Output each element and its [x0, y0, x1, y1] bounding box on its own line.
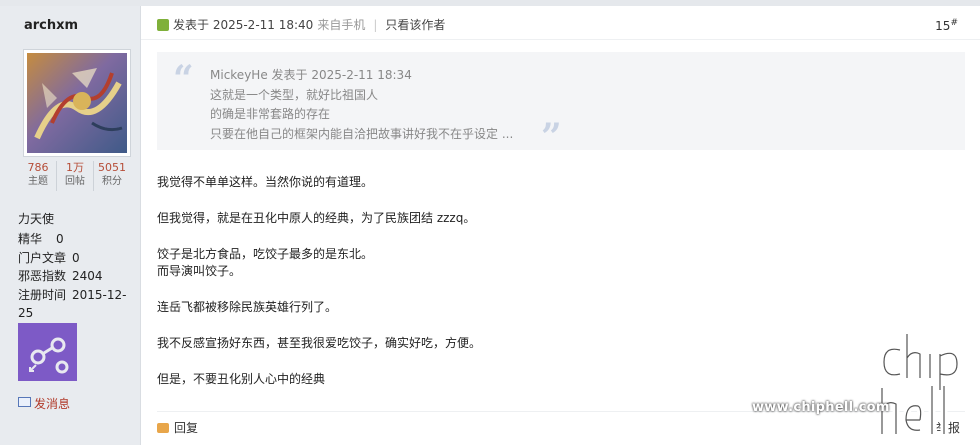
header-divider	[141, 39, 980, 40]
avatar-image	[27, 53, 127, 153]
quote-text: MickeyHe 发表于 2025-2-11 18:34 这就是一个类型，就好比…	[210, 66, 513, 144]
paragraph-line: 饺子是北方食品，吃饺子最多的是东北。	[157, 247, 374, 261]
paragraph-line: 但我觉得，就是在丑化中原人的经典，为了民族团结 zzzq。	[157, 211, 476, 225]
paragraph-line: 我觉得不单单这样。当然你说的有道理。	[157, 175, 374, 189]
quote-header[interactable]: MickeyHe 发表于 2025-2-11 18:34	[210, 66, 513, 86]
info-value: 0	[72, 250, 80, 265]
stat-value: 786	[27, 161, 49, 174]
header-separator: |	[373, 17, 378, 32]
paragraph-line: 但是，不要丑化别人心中的经典	[157, 372, 326, 386]
stat-replies[interactable]: 1万 回帖	[57, 161, 94, 191]
info-value: 0	[56, 232, 64, 246]
send-message-label: 发消息	[34, 397, 71, 411]
reply-icon	[157, 422, 169, 433]
watermark-url: www.chiphell.com	[752, 400, 890, 415]
user-info: 精华 0 门户文章 0 邪恶指数 2404 注册时间 2015-12-25	[18, 230, 140, 323]
info-label: 注册时间	[18, 287, 67, 302]
floor-value: 15	[935, 19, 951, 33]
paragraph: 连岳飞都被移除民族英雄行列了。	[157, 299, 481, 316]
post-timestamp: 发表于 2025-2-11 18:40	[173, 18, 314, 32]
quote-line: 只要在他自己的框架内能自洽把故事讲好我不在乎设定 ...	[210, 126, 514, 141]
user-stats: 786 主题 1万 回帖 5051 积分	[20, 161, 130, 191]
stat-label: 主题	[28, 176, 48, 187]
paragraph: 但是，不要丑化别人心中的经典	[157, 371, 481, 388]
only-author-link[interactable]: 只看该作者	[385, 16, 445, 33]
quote-block: “ MickeyHe 发表于 2025-2-11 18:34 这就是一个类型，就…	[157, 52, 965, 158]
paragraph-line: 我不反感宣扬好东西，甚至我很爱吃饺子，确实好吃，方便。	[157, 336, 482, 350]
online-status-icon	[157, 18, 169, 31]
stat-points[interactable]: 5051 积分	[94, 161, 130, 191]
info-label: 精华	[18, 232, 43, 246]
reply-label: 回复	[174, 421, 199, 435]
info-row: 邪恶指数 2404	[18, 267, 140, 286]
stat-value: 1万	[66, 161, 84, 174]
post-body: 我觉得不单单这样。当然你说的有道理。 但我觉得，就是在丑化中原人的经典，为了民族…	[157, 174, 481, 407]
user-sidebar: archxm 786 主题 1万 回帖 5051 积分 力天使 精华 0 门户文…	[0, 6, 141, 445]
quote-line: 这就是一个类型，就好比祖国人	[210, 87, 379, 102]
send-message-link[interactable]: 发消息	[18, 395, 70, 412]
chiphell-logo-icon	[878, 334, 961, 434]
post-source[interactable]: 来自手机	[317, 16, 365, 33]
info-label: 邪恶指数	[18, 269, 67, 283]
paragraph-line: 而导演叫饺子。	[157, 264, 242, 278]
site-watermark: www.chiphell.com	[752, 328, 977, 440]
floor-suffix: #	[950, 18, 958, 28]
close-quote-icon: ”	[541, 116, 562, 158]
info-label: 门户文章	[18, 250, 67, 265]
floor-number[interactable]: 15#	[935, 18, 958, 33]
avatar[interactable]	[23, 49, 131, 157]
paragraph: 但我觉得，就是在丑化中原人的经典，为了民族团结 zzzq。	[157, 210, 481, 227]
stat-threads[interactable]: 786 主题	[20, 161, 57, 191]
post-header: 发表于 2025-2-11 18:40 来自手机 | 只看该作者	[157, 16, 445, 33]
stat-value: 5051	[98, 161, 126, 174]
info-row: 精华 0	[18, 230, 140, 249]
reply-button[interactable]: 回复	[157, 419, 198, 436]
info-value: 2404	[72, 269, 103, 283]
stat-label: 积分	[102, 176, 122, 187]
user-rank[interactable]: 力天使	[18, 210, 54, 227]
stat-label: 回帖	[65, 176, 85, 187]
paragraph: 我觉得不单单这样。当然你说的有道理。	[157, 174, 481, 191]
paragraph-line: 连岳飞都被移除民族英雄行列了。	[157, 300, 338, 314]
username-link[interactable]: archxm	[24, 18, 78, 33]
medal-icon[interactable]	[18, 323, 77, 381]
info-row: 注册时间 2015-12-25	[18, 286, 140, 323]
envelope-icon	[18, 397, 31, 407]
info-row: 门户文章 0	[18, 249, 140, 268]
open-quote-icon: “	[173, 58, 194, 100]
quote-line: 的确是非常套路的存在	[210, 107, 331, 121]
paragraph: 我不反感宣扬好东西，甚至我很爱吃饺子，确实好吃，方便。	[157, 335, 481, 352]
paragraph: 饺子是北方食品，吃饺子最多的是东北。 而导演叫饺子。	[157, 246, 481, 280]
